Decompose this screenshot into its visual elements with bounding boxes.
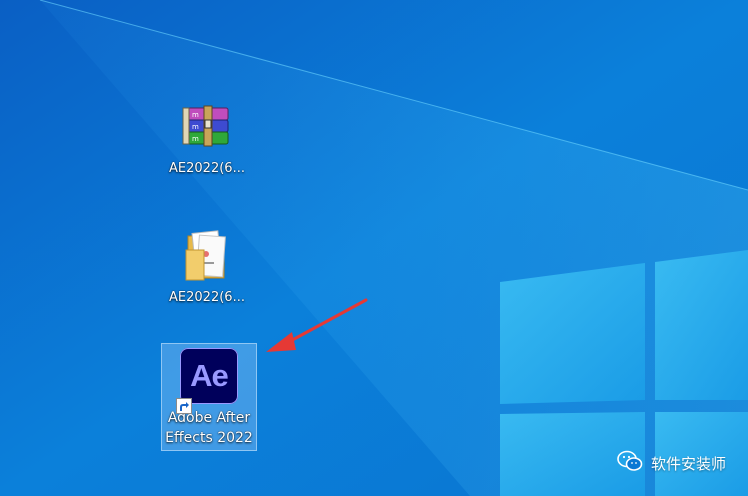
wallpaper — [0, 0, 748, 496]
watermark: 软件安装师 — [617, 450, 726, 476]
folder-icon — [175, 224, 239, 288]
ae-logo: Ae — [180, 348, 238, 404]
svg-text:m: m — [192, 111, 199, 119]
shortcut-arrow-icon — [176, 398, 192, 414]
desktop-icon-label: AE2022(6... — [169, 161, 245, 176]
desktop-icon-label: AE2022(6... — [169, 290, 245, 305]
watermark-text: 软件安装师 — [650, 454, 726, 473]
desktop[interactable]: m m m AE2022(6... AE2022(6... Ae Adobe A… — [0, 0, 748, 496]
desktop-icon-archive[interactable]: m m m AE2022(6... — [161, 95, 253, 178]
svg-text:m: m — [192, 123, 199, 131]
winrar-archive-icon: m m m — [175, 95, 239, 159]
ae-logo-text: Ae — [190, 358, 229, 393]
after-effects-icon: Ae — [162, 344, 256, 414]
wechat-icon — [617, 450, 643, 476]
desktop-icon-after-effects[interactable]: Ae Adobe After Effects 2022 — [161, 343, 257, 451]
svg-text:m: m — [192, 135, 199, 143]
desktop-icon-folder[interactable]: AE2022(6... — [161, 224, 253, 307]
